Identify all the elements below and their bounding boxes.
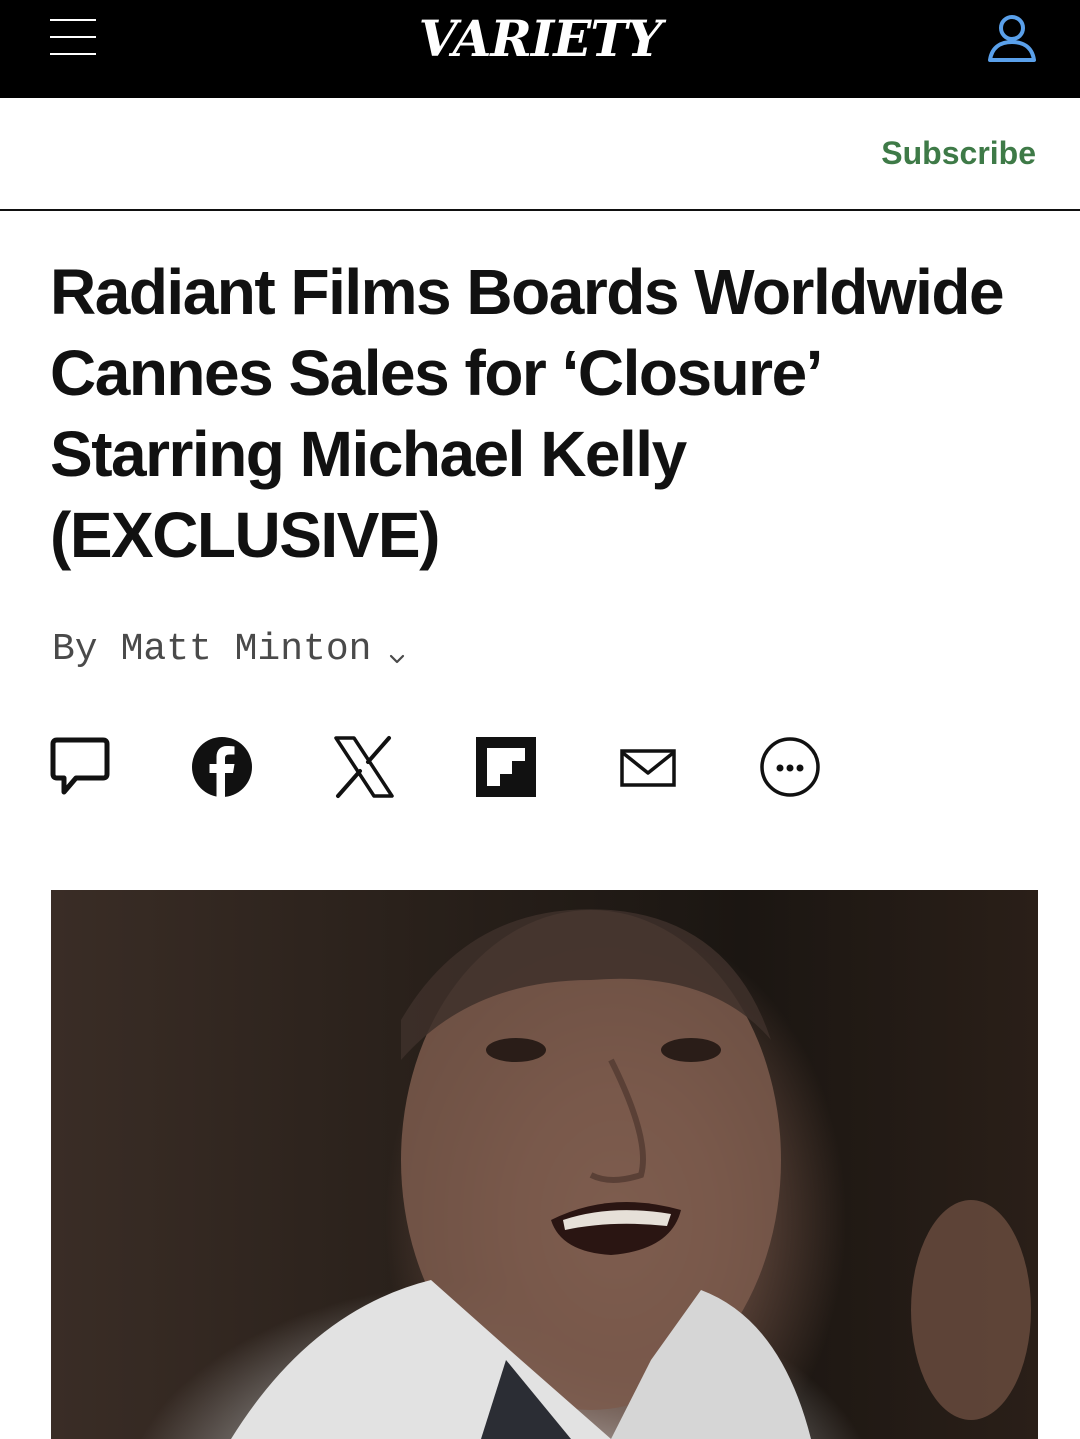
more-icon[interactable] <box>758 734 822 800</box>
hero-photo-illustration <box>231 909 1031 1439</box>
menu-line <box>50 19 96 21</box>
user-icon[interactable] <box>984 12 1040 64</box>
menu-line <box>50 36 96 38</box>
author-name[interactable]: Matt Minton <box>121 626 372 674</box>
hero-image[interactable] <box>51 890 1038 1439</box>
x-icon[interactable] <box>332 734 396 800</box>
byline[interactable]: By Matt Minton <box>52 626 409 674</box>
article-headline: Radiant Films Boards Worldwide Cannes Sa… <box>50 256 1005 571</box>
email-icon[interactable] <box>616 734 680 800</box>
subscribe-bar: Subscribe <box>0 98 1080 211</box>
menu-line <box>50 53 96 55</box>
byline-prefix: By <box>52 628 98 671</box>
top-navigation-bar: VARIETY <box>0 0 1080 98</box>
chevron-down-icon[interactable] <box>385 638 409 664</box>
facebook-icon[interactable] <box>190 734 254 800</box>
variety-logo[interactable]: VARIETY <box>380 4 700 74</box>
subscribe-link[interactable]: Subscribe <box>881 133 1036 173</box>
hamburger-icon[interactable] <box>50 18 98 58</box>
comment-icon[interactable] <box>48 734 112 800</box>
flipboard-icon[interactable] <box>474 734 538 800</box>
